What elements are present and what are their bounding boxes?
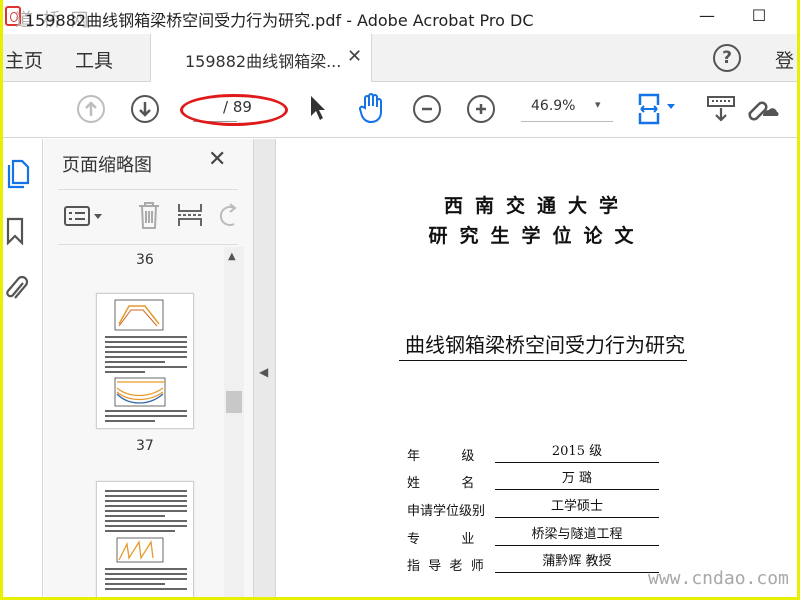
info-value: 工学硕士: [495, 498, 659, 518]
tab-home[interactable]: 主页: [5, 46, 43, 73]
minimize-button[interactable]: —: [697, 6, 717, 26]
acrobat-window: 道 桥 网 159882曲线钢箱梁桥空间受力行为研究.pdf - Adobe A…: [3, 0, 797, 597]
share-link-icon[interactable]: [745, 94, 779, 128]
title-bar: 道 桥 网 159882曲线钢箱梁桥空间受力行为研究.pdf - Adobe A…: [3, 0, 797, 34]
thesis-kind: 研究生学位论文: [428, 225, 646, 247]
prev-page-icon[interactable]: [77, 95, 105, 123]
document-view: 西南交通大学 研究生学位论文 曲线钢箱梁桥空间受力行为研究 年 级 2015 级…: [277, 139, 797, 597]
thumbnail-page-37[interactable]: [96, 293, 194, 429]
keyboard-icon[interactable]: [707, 96, 735, 128]
collapse-arrow-icon[interactable]: ◀: [259, 365, 268, 379]
rotate-icon[interactable]: [218, 200, 238, 234]
options-menu-icon[interactable]: [64, 204, 106, 232]
info-value: 2015 级: [495, 443, 659, 463]
thumbnail-page-label: 36: [136, 252, 154, 268]
panel-collapse-strip[interactable]: ◀: [254, 139, 276, 597]
thumbnail-page-38[interactable]: [96, 481, 194, 597]
info-value: 桥梁与隧道工程: [495, 526, 659, 546]
annotation-ellipse: [180, 94, 288, 126]
scroll-up-icon[interactable]: ▲: [228, 251, 236, 262]
left-rail: [3, 139, 43, 597]
bookmark-icon[interactable]: [5, 217, 25, 249]
fit-page-icon[interactable]: [637, 92, 679, 130]
panel-toolbar: [58, 189, 238, 245]
zoom-value: 46.9%: [531, 98, 576, 114]
thumbnail-page-label: 37: [136, 438, 154, 454]
thumbnail-content: [105, 299, 187, 422]
insert-page-icon[interactable]: [176, 200, 204, 234]
scrollbar-thumb[interactable]: [226, 391, 242, 413]
info-row: 姓 名 万 璐: [407, 470, 667, 492]
info-key: 姓 名: [407, 476, 475, 491]
info-value: 万 璐: [495, 470, 659, 490]
info-row: 指 导 老 师 蒲黔辉 教授: [407, 553, 667, 575]
sign-in-button[interactable]: 登: [775, 46, 794, 73]
delete-page-icon[interactable]: [136, 200, 162, 234]
thesis-title: 曲线钢箱梁桥空间受力行为研究: [399, 329, 687, 361]
select-arrow-icon[interactable]: [309, 94, 327, 126]
close-icon[interactable]: ✕: [208, 147, 226, 172]
zoom-in-icon[interactable]: [467, 95, 495, 123]
panel-title: 页面缩略图: [62, 155, 152, 176]
attachment-icon[interactable]: [5, 273, 29, 307]
info-key: 专 业: [407, 532, 475, 547]
tab-close-icon[interactable]: ✕: [347, 46, 362, 67]
info-value: 蒲黔辉 教授: [495, 553, 659, 573]
thumbnail-content: [105, 490, 187, 590]
info-row: 专 业 桥梁与隧道工程: [407, 526, 667, 548]
university-name: 西南交通大学: [443, 195, 630, 217]
tab-bar: 主页 工具 159882曲线钢箱梁... ✕ ? 登: [3, 34, 797, 82]
info-key: 年 级: [407, 449, 475, 464]
tab-tools[interactable]: 工具: [75, 46, 113, 73]
tab-document[interactable]: 159882曲线钢箱梁... ✕: [150, 34, 372, 82]
info-key: 申请学位级别: [407, 504, 486, 519]
zoom-out-icon[interactable]: [413, 95, 441, 123]
info-key: 指 导 老 师: [407, 559, 484, 574]
window-title: 159882曲线钢箱梁桥空间受力行为研究.pdf - Adobe Acrobat…: [25, 11, 534, 30]
main-toolbar: / 89 46.9% ▾: [3, 82, 797, 138]
zoom-select[interactable]: 46.9% ▾: [521, 94, 613, 122]
maximize-button[interactable]: ☐: [749, 6, 769, 26]
hand-icon[interactable]: [357, 92, 387, 128]
page-thumbnails-icon[interactable]: [7, 157, 31, 193]
help-icon[interactable]: ?: [713, 44, 741, 72]
tab-document-label: 159882曲线钢箱梁...: [185, 52, 342, 71]
info-row: 年 级 2015 级: [407, 443, 667, 465]
info-row: 申请学位级别 工学硕士: [407, 498, 667, 520]
thumbnails-panel: 页面缩略图 ✕ 36 37 ▲: [44, 139, 254, 597]
watermark-url: www.cndao.com: [648, 568, 789, 589]
chevron-down-icon: ▾: [595, 98, 601, 111]
next-page-icon[interactable]: [131, 95, 159, 123]
thumbnail-scrollbar[interactable]: ▲: [224, 247, 244, 597]
